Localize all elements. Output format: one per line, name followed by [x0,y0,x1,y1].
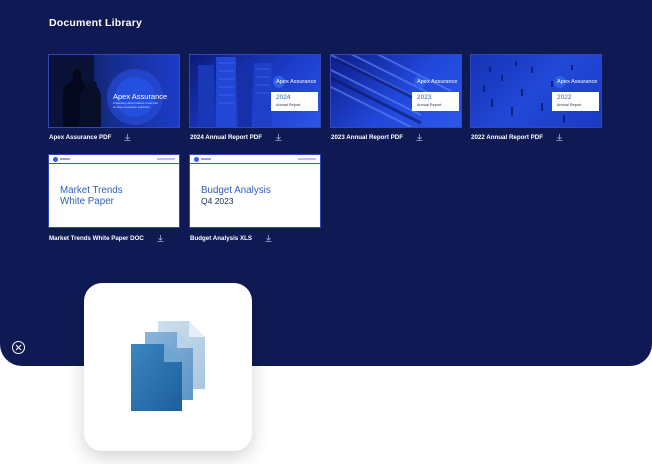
document-label: Apex Assurance PDF [49,133,112,141]
document-card-2023-annual-report[interactable]: Apex Assurance 2023 Annual Report [330,54,462,128]
report-year: 2022 [557,94,572,101]
year-plate: 2022 Annual Report [552,92,599,111]
doc-logo [194,156,211,162]
close-button[interactable] [12,341,25,354]
report-subtitle: Annual Report [557,103,582,107]
document-card-apex-assurance[interactable]: Apex Assurance Protecting what matters m… [48,54,180,128]
doc-heading-line1: Budget Analysis [201,185,271,196]
doc-divider [49,163,179,164]
documents-icon [131,321,205,411]
doc-divider [190,163,320,164]
document-card-2022-annual-report[interactable]: Apex Assurance 2022 Annual Report [470,54,602,128]
doc-heading-line2: Q4 2023 [201,196,234,206]
document-label-row: 2022 Annual Report PDF [471,131,564,143]
apex-brand-text: Apex Assurance [113,92,168,101]
document-card-budget-analysis[interactable]: Budget Analysis Q4 2023 [189,154,321,228]
library-title: Document Library [49,17,143,29]
brand-text: Apex Assurance [417,79,458,85]
document-label-row: Budget Analysis XLS [190,232,273,244]
year-plate: 2024 Annual Report [271,92,318,111]
document-card-2024-annual-report[interactable]: Apex Assurance 2024 Annual Report [189,54,321,128]
download-icon[interactable] [415,133,424,142]
document-label: 2023 Annual Report PDF [331,133,403,141]
doc-heading-line2: White Paper [60,196,114,207]
download-icon[interactable] [555,133,564,142]
doc-header-rule [157,158,175,160]
doc-header-strip [49,155,179,163]
report-year: 2023 [417,94,432,101]
download-icon[interactable] [123,133,132,142]
brand-text: Apex Assurance [557,79,598,85]
apex-tagline-text: Protecting what matters most with smarte… [113,101,159,109]
download-icon[interactable] [156,234,165,243]
document-label-row: Apex Assurance PDF [49,131,132,143]
doc-header-strip [190,155,320,163]
document-card-market-trends[interactable]: Market Trends White Paper [48,154,180,228]
document-label-row: 2023 Annual Report PDF [331,131,424,143]
brand-text: Apex Assurance [276,79,317,85]
doc-header-rule [298,158,316,160]
document-label: Market Trends White Paper DOC [49,234,144,242]
document-label: 2022 Annual Report PDF [471,133,543,141]
year-plate: 2023 Annual Report [412,92,459,111]
document-label: Budget Analysis XLS [190,234,253,242]
close-icon [15,344,22,351]
document-label-row: Market Trends White Paper DOC [49,232,165,244]
report-subtitle: Annual Report [276,103,301,107]
download-icon[interactable] [274,133,283,142]
download-icon[interactable] [264,234,273,243]
report-subtitle: Annual Report [417,103,442,107]
doc-heading-line1: Market Trends [60,185,123,196]
doc-logo [53,156,70,162]
report-year: 2024 [276,94,291,101]
document-label: 2024 Annual Report PDF [190,133,262,141]
documents-app-tile[interactable] [84,283,252,451]
document-label-row: 2024 Annual Report PDF [190,131,283,143]
